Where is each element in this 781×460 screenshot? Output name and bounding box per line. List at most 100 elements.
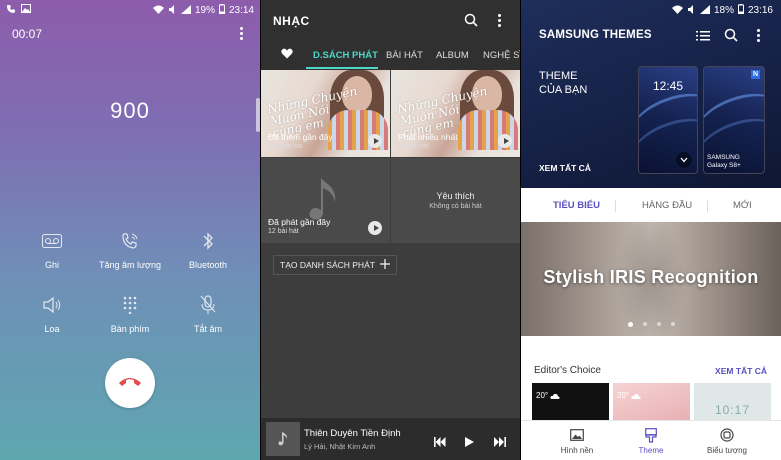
playlist-recently-played[interactable]: Đã phát gần đây 12 bài hát: [261, 158, 390, 243]
theme-card[interactable]: 20°: [532, 383, 609, 421]
mute-label: Tắt âm: [193, 324, 222, 334]
mute-notification-icon: [168, 4, 177, 17]
playlist-favorites[interactable]: Yêu thích Không có bài hát: [391, 158, 520, 243]
keypad-icon: [87, 294, 173, 316]
tab-divider: [615, 200, 616, 212]
status-bar: 19% 23:14: [6, 4, 254, 18]
image-notification-icon: [21, 4, 31, 17]
battery-icon: [737, 4, 744, 17]
next-track-icon[interactable]: [494, 434, 506, 452]
nav-label: Theme: [638, 446, 664, 455]
playlist-count: Không có bài hát: [429, 203, 482, 210]
play-icon[interactable]: [465, 434, 474, 452]
call-number: 900: [110, 98, 150, 123]
keypad-button[interactable]: Bàn phím: [87, 294, 173, 334]
battery-level: 18%: [713, 5, 734, 16]
nav-icons[interactable]: Biểu tượng: [687, 427, 767, 455]
my-theme-section: 18% 23:16 SAMSUNG THEMES THEME CỦA BẠN X…: [521, 0, 781, 188]
bluetooth-label: Bluetooth: [188, 260, 228, 270]
selected-check-icon: [676, 152, 692, 168]
icons-icon: [687, 427, 767, 443]
tab-new[interactable]: MỚI: [733, 200, 752, 211]
playlist-recently-added[interactable]: Những Chuyện Muốn Nói cùng em Đã thêm gần …: [261, 70, 390, 157]
my-theme-line-1: THEME: [539, 70, 578, 82]
mic-mute-icon: [165, 294, 251, 316]
search-icon[interactable]: [724, 28, 738, 47]
status-bar: 18% 23:16: [671, 4, 773, 17]
speaker-label: Loa: [44, 324, 60, 334]
theme-preview-current[interactable]: 12:45: [638, 66, 698, 174]
tab-songs[interactable]: BÀI HÁT: [386, 50, 423, 61]
themes-screen: 18% 23:16 SAMSUNG THEMES THEME CỦA BẠN X…: [521, 0, 781, 460]
tab-top[interactable]: HÀNG ĐẦU: [642, 200, 692, 211]
theme-card[interactable]: 20°: [613, 383, 690, 421]
list-icon[interactable]: [696, 29, 710, 47]
theme-card[interactable]: 10:17: [694, 383, 771, 421]
record-button[interactable]: Ghi: [9, 230, 95, 270]
playlist-count: 12 bài hát: [268, 228, 299, 235]
mini-player[interactable]: Thiên Duyên Tiền Định Lý Hải, Nhật Kim A…: [261, 418, 520, 460]
volume-up-button[interactable]: Tăng âm lượng: [87, 230, 173, 270]
tab-bar: D.SÁCH PHÁT BÀI HÁT ALBUM NGHỆ SĨ: [261, 44, 520, 70]
speaker-icon: [9, 294, 95, 316]
card-clock: 10:17: [714, 403, 751, 417]
wifi-icon: [152, 5, 164, 17]
song-artist: Lý Hải, Nhật Kim Anh: [304, 442, 376, 451]
nav-wallpapers[interactable]: Hình nền: [537, 427, 617, 455]
promo-banner[interactable]: Stylish IRIS Recognition: [521, 222, 781, 336]
side-handle[interactable]: [256, 98, 260, 132]
battery-icon: [218, 4, 225, 17]
my-theme-line-2: CỦA BẠN: [539, 84, 588, 96]
speaker-button[interactable]: Loa: [9, 294, 95, 334]
playlist-name: Đã thêm gần đây: [268, 132, 333, 142]
more-options-icon[interactable]: [240, 27, 244, 41]
card-temperature: 20°: [617, 391, 630, 400]
previous-track-icon[interactable]: [434, 434, 446, 452]
status-time: 23:16: [747, 5, 773, 16]
bottom-navigation: Hình nền Theme Biểu tượng: [521, 420, 781, 460]
theme-preview-galaxy[interactable]: N SAMSUNG Galaxy S8+: [703, 66, 765, 174]
see-all-link[interactable]: XEM TẤT CẢ: [539, 163, 591, 173]
heart-icon: [281, 48, 293, 59]
playlist-count: 10 bài hát: [398, 143, 429, 150]
music-header: NHẠC D.SÁCH PHÁT BÀI HÁT ALBUM NGHỆ SĨ: [261, 0, 520, 70]
voicemail-icon: [9, 230, 95, 252]
music-screen: NHẠC D.SÁCH PHÁT BÀI HÁT ALBUM NGHỆ SĨ N…: [261, 0, 520, 460]
preview-clock: 12:45: [652, 79, 684, 93]
more-options-icon[interactable]: [498, 14, 502, 28]
page-title: SAMSUNG THEMES: [539, 29, 652, 41]
search-icon[interactable]: [464, 13, 478, 32]
wifi-icon: [671, 5, 683, 17]
play-icon[interactable]: [368, 134, 382, 148]
nav-themes[interactable]: Theme: [611, 427, 691, 455]
create-playlist-label: TẠO DANH SÁCH PHÁT: [280, 260, 375, 270]
create-playlist-button[interactable]: TẠO DANH SÁCH PHÁT: [273, 255, 397, 275]
tab-featured[interactable]: TIÊU BIỂU: [553, 200, 600, 211]
playlist-name: Yêu thích: [436, 191, 475, 201]
bluetooth-button[interactable]: Bluetooth: [165, 230, 251, 270]
see-all-link[interactable]: XEM TẤT CẢ: [715, 366, 767, 376]
tab-favorites[interactable]: [281, 48, 293, 62]
playlist-most-played[interactable]: Những Chuyện Muốn Nói cùng em Phát nhiều n…: [391, 70, 520, 157]
mute-button[interactable]: Tắt âm: [165, 294, 251, 334]
end-call-button[interactable]: [105, 358, 155, 408]
active-tab-indicator: [306, 67, 378, 69]
record-label: Ghi: [44, 260, 59, 270]
tab-playlists[interactable]: D.SÁCH PHÁT: [313, 50, 378, 61]
play-icon[interactable]: [368, 221, 382, 235]
wallpaper-icon: [537, 427, 617, 443]
keypad-label: Bàn phím: [110, 324, 150, 334]
song-title: Thiên Duyên Tiền Định: [304, 428, 401, 439]
nav-label: Hình nền: [560, 446, 594, 455]
mute-notification-icon: [687, 4, 696, 17]
tab-artists[interactable]: NGHỆ SĨ: [483, 50, 520, 61]
call-screen: 19% 23:14 00:07 900 Ghi Tăng âm lượng Bl…: [0, 0, 260, 460]
play-icon[interactable]: [498, 134, 512, 148]
page-title: NHẠC: [273, 14, 310, 28]
music-note-icon: [278, 432, 288, 446]
more-options-icon[interactable]: [757, 29, 761, 43]
tab-bar: TIÊU BIỂU HÀNG ĐẦU MỚI: [521, 196, 781, 218]
call-timer: 00:07: [12, 27, 43, 41]
track-thumbnail: [266, 422, 300, 456]
tab-albums[interactable]: ALBUM: [436, 50, 469, 61]
